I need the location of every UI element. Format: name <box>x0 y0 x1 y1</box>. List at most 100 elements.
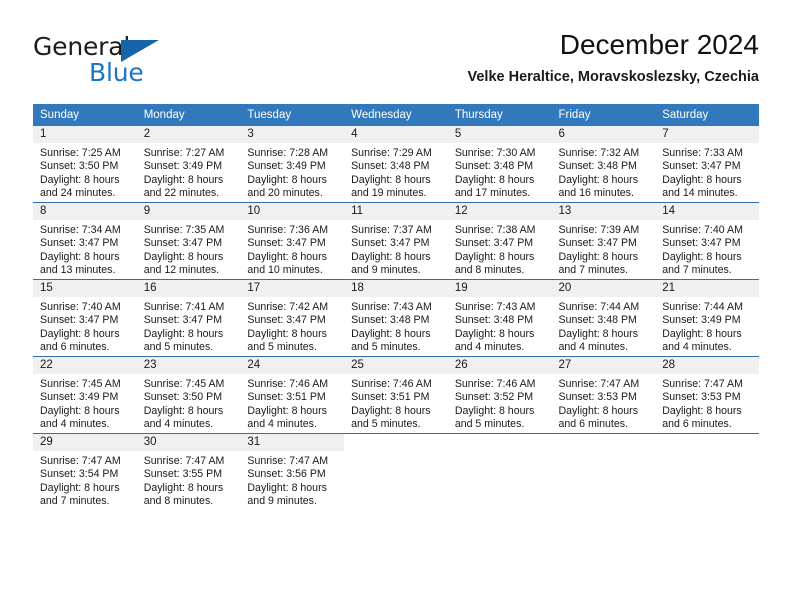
calendar-day-cell[interactable] <box>551 433 656 510</box>
daylight-text-line2: and 7 minutes. <box>662 264 732 277</box>
calendar-day-content: 31 Sunrise: 7:47 AM Sunset: 3:56 PM Dayligh… <box>240 434 345 510</box>
day-number: 7 <box>655 126 759 143</box>
calendar-day-cell[interactable]: 16 Sunrise: 7:41 AM Sunset: 3:47 PM Dayligh… <box>136 279 241 357</box>
calendar-day-content: 23 Sunrise: 7:45 AM Sunset: 3:50 PM Dayligh… <box>136 357 241 433</box>
calendar-day-cell[interactable]: 6 Sunrise: 7:32 AM Sunset: 3:48 PM Daylight… <box>551 126 656 203</box>
calendar-day-cell[interactable]: 13 Sunrise: 7:39 AM Sunset: 3:47 PM Dayligh… <box>551 202 656 280</box>
calendar-day-cell[interactable] <box>344 433 448 510</box>
calendar-day-cell[interactable]: 17 Sunrise: 7:42 AM Sunset: 3:47 PM Dayligh… <box>240 279 345 357</box>
sunset-text: Sunset: 3:47 PM <box>40 314 119 327</box>
daylight-text-line2: and 17 minutes. <box>454 187 531 200</box>
calendar-day-content: 12 Sunrise: 7:38 AM Sunset: 3:47 PM Dayligh… <box>447 203 552 279</box>
calendar-day-cell[interactable]: 5 Sunrise: 7:30 AM Sunset: 3:48 PM Daylight… <box>447 126 552 203</box>
day-number: 23 <box>136 357 241 374</box>
calendar-page: General Blue December 2024 Velke Heralti… <box>0 0 792 612</box>
calendar-day-cell[interactable]: 2 Sunrise: 7:27 AM Sunset: 3:49 PM Daylight… <box>136 126 241 203</box>
calendar-table: Sunday Monday Tuesday Wednesday Thursday… <box>33 104 759 510</box>
sunset-text: Sunset: 3:50 PM <box>40 160 119 173</box>
calendar-day-cell[interactable]: 3 Sunrise: 7:28 AM Sunset: 3:49 PM Daylight… <box>240 126 345 203</box>
daylight-text-line1: Daylight: 8 hours <box>247 327 327 340</box>
day-number: 26 <box>447 357 552 374</box>
calendar-day-cell[interactable]: 11 Sunrise: 7:37 AM Sunset: 3:47 PM Dayligh… <box>344 202 448 280</box>
calendar-day-cell[interactable]: 21 Sunrise: 7:44 AM Sunset: 3:49 PM Dayligh… <box>655 279 759 357</box>
calendar-day-cell[interactable] <box>447 433 552 510</box>
sunset-text: Sunset: 3:49 PM <box>143 160 223 173</box>
daylight-text-line1: Daylight: 8 hours <box>558 404 639 417</box>
calendar-day-cell[interactable]: 10 Sunrise: 7:36 AM Sunset: 3:47 PM Dayligh… <box>240 202 345 280</box>
calendar-day-content: 28 Sunrise: 7:47 AM Sunset: 3:53 PM Dayligh… <box>655 357 759 433</box>
day-details: Sunrise: 7:29 AM Sunset: 3:48 PM Daylight:… <box>344 143 448 201</box>
sunrise-text: Sunrise: 7:37 AM <box>351 224 432 236</box>
calendar-day-cell[interactable]: 27 Sunrise: 7:47 AM Sunset: 3:53 PM Dayligh… <box>551 356 656 434</box>
daylight-text-line2: and 8 minutes. <box>143 495 214 508</box>
daylight-text-line2: and 4 minutes. <box>454 341 525 354</box>
calendar-day-cell[interactable]: 22 Sunrise: 7:45 AM Sunset: 3:49 PM Dayligh… <box>33 356 137 434</box>
daylight-text-line1: Daylight: 8 hours <box>351 173 431 186</box>
day-number: 18 <box>344 280 448 297</box>
calendar-day-cell[interactable]: 31 Sunrise: 7:47 AM Sunset: 3:56 PM Dayligh… <box>240 433 345 510</box>
sunrise-text: Sunrise: 7:46 AM <box>247 378 329 390</box>
calendar-day-cell[interactable] <box>655 433 759 510</box>
daylight-text-line2: and 5 minutes. <box>143 341 214 354</box>
sunset-text: Sunset: 3:48 PM <box>558 314 637 327</box>
daylight-text-line1: Daylight: 8 hours <box>454 250 535 263</box>
sunset-text: Sunset: 3:49 PM <box>40 391 119 404</box>
weekday-header-tuesday: Tuesday <box>240 104 345 126</box>
sunset-text: Sunset: 3:48 PM <box>454 160 534 173</box>
calendar-week-row: 29 Sunrise: 7:47 AM Sunset: 3:54 PM Dayligh… <box>33 433 759 510</box>
day-details: Sunrise: 7:47 AM Sunset: 3:55 PM Daylight:… <box>137 451 241 509</box>
calendar-day-cell[interactable]: 24 Sunrise: 7:46 AM Sunset: 3:51 PM Dayligh… <box>240 356 345 434</box>
daylight-text-line2: and 12 minutes. <box>143 264 220 277</box>
daylight-text-line2: and 20 minutes. <box>247 187 323 200</box>
calendar-day-cell[interactable]: 18 Sunrise: 7:43 AM Sunset: 3:48 PM Dayligh… <box>344 279 448 357</box>
day-number: 19 <box>447 280 552 297</box>
day-number: 29 <box>33 434 137 451</box>
calendar-empty-cell <box>552 434 656 510</box>
calendar-day-cell[interactable]: 1 Sunrise: 7:25 AM Sunset: 3:50 PM Daylight… <box>33 126 137 203</box>
brand-name-blue: Blue <box>89 58 144 87</box>
daylight-text-line2: and 7 minutes. <box>40 495 110 508</box>
day-details: Sunrise: 7:44 AM Sunset: 3:48 PM Daylight:… <box>552 297 656 355</box>
calendar-day-cell[interactable]: 20 Sunrise: 7:44 AM Sunset: 3:48 PM Dayligh… <box>551 279 656 357</box>
daylight-text-line2: and 5 minutes. <box>351 418 421 431</box>
calendar-day-cell[interactable]: 26 Sunrise: 7:46 AM Sunset: 3:52 PM Dayligh… <box>447 356 552 434</box>
sunset-text: Sunset: 3:47 PM <box>143 314 223 327</box>
day-details: Sunrise: 7:47 AM Sunset: 3:53 PM Daylight:… <box>552 374 656 432</box>
day-number: 31 <box>240 434 345 451</box>
brand-logo[interactable]: General Blue <box>33 32 233 88</box>
calendar-day-content: 1 Sunrise: 7:25 AM Sunset: 3:50 PM Daylight… <box>33 126 137 202</box>
calendar-day-cell[interactable]: 12 Sunrise: 7:38 AM Sunset: 3:47 PM Dayligh… <box>447 202 552 280</box>
calendar-day-cell[interactable]: 15 Sunrise: 7:40 AM Sunset: 3:47 PM Dayligh… <box>33 279 137 357</box>
day-details: Sunrise: 7:34 AM Sunset: 3:47 PM Daylight:… <box>33 220 137 278</box>
calendar-day-cell[interactable]: 7 Sunrise: 7:33 AM Sunset: 3:47 PM Daylight… <box>655 126 759 203</box>
calendar-day-cell[interactable]: 28 Sunrise: 7:47 AM Sunset: 3:53 PM Dayligh… <box>655 356 759 434</box>
daylight-text-line1: Daylight: 8 hours <box>247 173 327 186</box>
calendar-day-cell[interactable]: 14 Sunrise: 7:40 AM Sunset: 3:47 PM Dayligh… <box>655 202 759 280</box>
day-number: 3 <box>240 126 345 143</box>
calendar-day-cell[interactable]: 9 Sunrise: 7:35 AM Sunset: 3:47 PM Daylight… <box>136 202 241 280</box>
calendar-day-cell[interactable]: 4 Sunrise: 7:29 AM Sunset: 3:48 PM Daylight… <box>344 126 448 203</box>
day-details: Sunrise: 7:43 AM Sunset: 3:48 PM Daylight:… <box>448 297 552 355</box>
sunrise-text: Sunrise: 7:43 AM <box>351 301 432 313</box>
calendar-day-cell[interactable]: 25 Sunrise: 7:46 AM Sunset: 3:51 PM Dayligh… <box>344 356 448 434</box>
day-details: Sunrise: 7:33 AM Sunset: 3:47 PM Daylight:… <box>655 143 759 201</box>
calendar-day-cell[interactable]: 23 Sunrise: 7:45 AM Sunset: 3:50 PM Dayligh… <box>136 356 241 434</box>
daylight-text-line2: and 9 minutes. <box>351 264 421 277</box>
calendar-body: 1 Sunrise: 7:25 AM Sunset: 3:50 PM Daylight… <box>33 126 759 510</box>
calendar-day-content: 5 Sunrise: 7:30 AM Sunset: 3:48 PM Daylight… <box>447 126 552 202</box>
calendar-empty-cell <box>448 434 552 510</box>
calendar-day-cell[interactable]: 30 Sunrise: 7:47 AM Sunset: 3:55 PM Dayligh… <box>136 433 241 510</box>
sunrise-text: Sunrise: 7:41 AM <box>143 301 225 313</box>
daylight-text-line2: and 10 minutes. <box>247 264 323 277</box>
day-details: Sunrise: 7:39 AM Sunset: 3:47 PM Daylight:… <box>552 220 656 278</box>
daylight-text-line1: Daylight: 8 hours <box>40 404 120 417</box>
calendar-day-cell[interactable]: 19 Sunrise: 7:43 AM Sunset: 3:48 PM Dayligh… <box>447 279 552 357</box>
sunset-text: Sunset: 3:47 PM <box>558 237 637 250</box>
day-details: Sunrise: 7:36 AM Sunset: 3:47 PM Daylight:… <box>240 220 344 278</box>
day-number <box>344 434 448 451</box>
sunset-text: Sunset: 3:51 PM <box>247 391 326 404</box>
calendar-day-cell[interactable]: 8 Sunrise: 7:34 AM Sunset: 3:47 PM Daylight… <box>33 202 137 280</box>
calendar-day-cell[interactable]: 29 Sunrise: 7:47 AM Sunset: 3:54 PM Dayligh… <box>33 433 137 510</box>
sunset-text: Sunset: 3:49 PM <box>247 160 326 173</box>
day-number: 16 <box>136 280 241 297</box>
